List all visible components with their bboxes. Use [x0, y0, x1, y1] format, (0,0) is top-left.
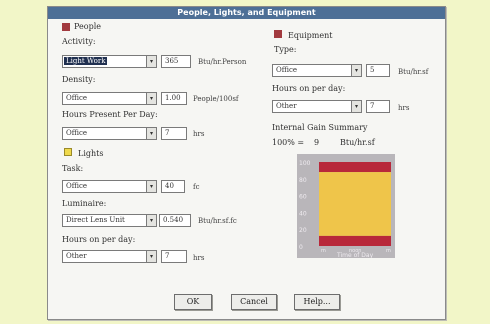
type-select[interactable]: Office ▾: [272, 64, 362, 77]
window-title: People, Lights, and Equipment: [48, 7, 445, 19]
lights-marker-icon: [64, 148, 72, 156]
density-unit: People/100sf: [193, 95, 239, 103]
help-button[interactable]: Help...: [294, 294, 340, 310]
chart-band-1: [319, 172, 391, 236]
x-tick-label: m: [386, 248, 391, 254]
people-heading: People: [74, 22, 101, 31]
density-label: Density:: [62, 75, 96, 84]
hours-present-number-field[interactable]: 7: [161, 127, 187, 140]
y-tick-label: 100: [299, 160, 311, 167]
chevron-down-icon[interactable]: ▾: [146, 181, 156, 192]
activity-value: Light Work: [64, 57, 108, 65]
density-value: Office: [66, 94, 88, 102]
summary-value: 9: [314, 138, 320, 147]
task-select[interactable]: Office ▾: [62, 180, 157, 193]
chevron-down-icon[interactable]: ▾: [146, 56, 156, 67]
equipment-heading: Equipment: [288, 31, 333, 40]
hours-present-unit: hrs: [193, 130, 205, 138]
hours-present-value: Office: [66, 129, 88, 137]
chevron-down-icon[interactable]: ▾: [351, 101, 361, 112]
summary-unit: Btu/hr.sf: [340, 138, 375, 147]
luminaire-number-field[interactable]: 0.540: [159, 214, 191, 227]
summary-title: Internal Gain Summary: [272, 123, 368, 132]
task-label: Task:: [62, 164, 84, 173]
lights-hours-select[interactable]: Other ▾: [62, 250, 157, 263]
chevron-down-icon[interactable]: ▾: [146, 93, 156, 104]
task-value: Office: [66, 182, 88, 190]
cancel-button[interactable]: Cancel: [231, 294, 277, 310]
chart-band-0: [319, 162, 391, 173]
equipment-marker-icon: [274, 30, 282, 38]
type-label: Type:: [274, 45, 297, 54]
x-axis-label: Time of Day: [336, 252, 374, 258]
summary-pct: 100% =: [272, 138, 305, 147]
equipment-hours-unit: hrs: [398, 104, 410, 112]
density-select[interactable]: Office ▾: [62, 92, 157, 105]
luminaire-value: Direct Lens Unit: [66, 216, 125, 224]
chevron-down-icon[interactable]: ▾: [146, 128, 156, 139]
chevron-down-icon[interactable]: ▾: [351, 65, 361, 76]
task-unit: fc: [193, 183, 200, 191]
chart-svg: 100806040200 m noon mTime of Day: [299, 160, 391, 259]
luminaire-unit: Btu/hr.sf.fc: [198, 217, 237, 225]
lights-hours-number-field[interactable]: 7: [161, 250, 187, 263]
lights-hours-unit: hrs: [193, 254, 205, 262]
luminaire-label: Luminaire:: [62, 199, 107, 208]
type-number-field[interactable]: 5: [366, 64, 390, 77]
type-value: Office: [276, 66, 298, 74]
luminaire-select[interactable]: Direct Lens Unit ▾: [62, 214, 157, 227]
y-tick-label: 80: [299, 177, 307, 184]
x-tick-label: m: [321, 248, 326, 254]
y-tick-label: 40: [299, 210, 307, 217]
chart-band-2: [319, 235, 391, 246]
hours-present-select[interactable]: Office ▾: [62, 127, 157, 140]
lights-heading: Lights: [78, 149, 104, 158]
chevron-down-icon[interactable]: ▾: [146, 215, 156, 226]
internal-gain-chart: 100 80 60 40 20 0 m noon m Time of Day: [297, 154, 395, 259]
activity-select[interactable]: Light Work ▾: [62, 55, 157, 68]
equipment-hours-label: Hours on per day:: [272, 84, 346, 93]
density-number-field[interactable]: 1.00: [161, 92, 187, 105]
people-lights-equipment-dialog: People, Lights, and Equipment People Act…: [47, 6, 446, 320]
ok-button[interactable]: OK: [174, 294, 212, 310]
equipment-hours-value: Other: [276, 102, 297, 110]
y-tick-label: 20: [299, 227, 307, 234]
activity-number-field[interactable]: 365: [161, 55, 191, 68]
hours-present-label: Hours Present Per Day:: [62, 110, 158, 119]
equipment-hours-number-field[interactable]: 7: [366, 100, 390, 113]
task-number-field[interactable]: 40: [161, 180, 185, 193]
people-marker-icon: [62, 23, 70, 31]
activity-unit: Btu/hr.Person: [198, 58, 247, 66]
lights-hours-label: Hours on per day:: [62, 235, 136, 244]
equipment-hours-select[interactable]: Other ▾: [272, 100, 362, 113]
lights-hours-value: Other: [66, 252, 87, 260]
chevron-down-icon[interactable]: ▾: [146, 251, 156, 262]
type-unit: Btu/hr.sf: [398, 68, 429, 76]
y-tick-label: 0: [299, 244, 303, 251]
activity-label: Activity:: [62, 37, 96, 46]
y-tick-label: 60: [299, 194, 307, 201]
